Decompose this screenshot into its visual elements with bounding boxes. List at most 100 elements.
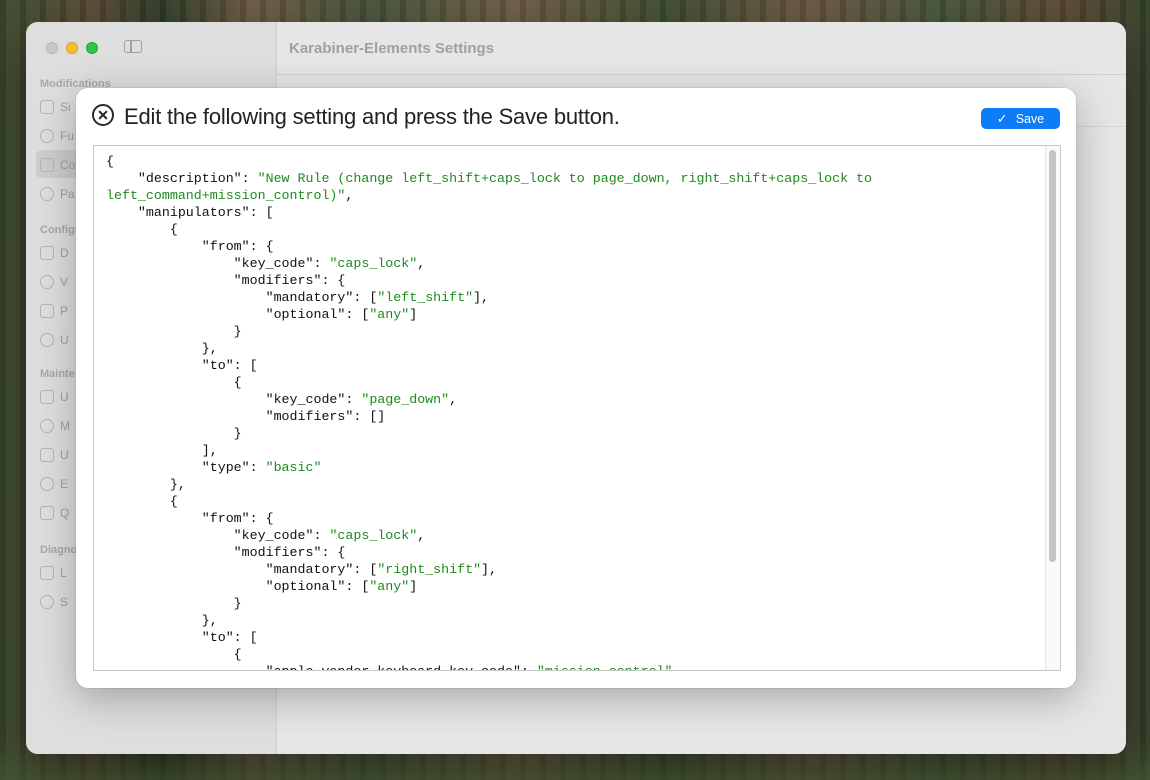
sidebar-item-label: Pa — [60, 187, 75, 201]
sidebar-item-label: D — [60, 246, 69, 260]
sidebar-item-icon — [40, 419, 54, 433]
code-token: , — [449, 392, 458, 407]
code-line: "type": "basic" — [106, 459, 872, 476]
sidebar-item[interactable]: P — [40, 304, 68, 318]
sheet-title: Edit the following setting and press the… — [124, 104, 620, 129]
minimize-window-button[interactable] — [66, 42, 78, 54]
code-string: "basic" — [265, 460, 322, 475]
code-token: "from": { — [106, 511, 274, 526]
code-token: ] — [409, 579, 418, 594]
save-button[interactable]: ✓ Save — [981, 108, 1060, 129]
code-line: "modifiers": [] — [106, 408, 872, 425]
code-line: "from": { — [106, 238, 872, 255]
code-line: } — [106, 595, 872, 612]
sidebar-item-icon — [40, 506, 54, 520]
code-token: }, — [106, 477, 186, 492]
sidebar-toggle-icon[interactable] — [124, 40, 142, 53]
sidebar-item[interactable]: Si — [40, 100, 71, 114]
sidebar-item[interactable]: U — [40, 448, 69, 462]
code-token: "apple_vendor_keyboard_key_code": — [106, 664, 537, 670]
code-line: "modifiers": { — [106, 544, 872, 561]
code-token: ], — [481, 562, 498, 577]
code-token: "optional": [ — [106, 307, 370, 322]
sidebar-section-label: Diagno — [40, 544, 78, 556]
sidebar-item[interactable]: E — [40, 477, 68, 491]
close-circle-icon[interactable] — [92, 104, 114, 126]
sidebar-section-label: Mainte — [40, 368, 75, 380]
code-string: "page_down" — [361, 392, 450, 407]
sidebar-item-icon — [40, 187, 54, 201]
code-token: "key_code": — [106, 256, 330, 271]
json-code[interactable]: { "description": "New Rule (change left_… — [106, 153, 872, 670]
code-line: } — [106, 425, 872, 442]
code-string: "left_shift" — [377, 290, 474, 305]
window-controls — [46, 42, 98, 54]
sidebar-item[interactable]: Q — [40, 506, 69, 520]
sidebar-item-label: L — [60, 566, 67, 580]
json-editor[interactable]: { "description": "New Rule (change left_… — [93, 145, 1061, 671]
code-string: left_command+mission_control)" — [106, 188, 346, 203]
code-line: "manipulators": [ — [106, 204, 872, 221]
sidebar-item[interactable]: U — [40, 390, 69, 404]
code-line: }, — [106, 476, 872, 493]
code-token: "manipulators": [ — [106, 205, 274, 220]
code-string: "mission_control" — [537, 664, 673, 670]
sidebar-item-label: M — [60, 419, 70, 433]
save-button-label: Save — [1015, 111, 1045, 126]
code-token: "mandatory": [ — [106, 290, 378, 305]
sidebar-item-label: Co — [60, 158, 76, 172]
code-line: "from": { — [106, 510, 872, 527]
code-token: "key_code": — [106, 528, 330, 543]
code-token: ], — [473, 290, 490, 305]
code-string: "right_shift" — [377, 562, 482, 577]
code-line: "key_code": "caps_lock", — [106, 527, 872, 544]
scroll-thumb[interactable] — [1049, 150, 1056, 562]
sidebar-item-icon — [40, 304, 54, 318]
sidebar-item-label: Si — [60, 100, 71, 114]
sidebar-item-label: Q — [60, 506, 70, 520]
sidebar-item[interactable]: U — [40, 333, 69, 347]
sidebar-item-icon — [40, 275, 54, 289]
code-string: "any" — [369, 579, 410, 594]
code-token: "description": — [106, 171, 258, 186]
code-line: "optional": ["any"] — [106, 578, 872, 595]
sidebar-item[interactable]: Fu — [40, 129, 74, 143]
code-token: ] — [409, 307, 418, 322]
sidebar-item-label: U — [60, 448, 69, 462]
editor-scrollbar[interactable] — [1045, 146, 1060, 670]
zoom-window-button[interactable] — [86, 42, 98, 54]
code-token: "to": [ — [106, 358, 258, 373]
code-line: { — [106, 374, 872, 391]
sidebar-item[interactable]: M — [40, 419, 70, 433]
code-token: } — [106, 426, 242, 441]
code-token: , — [673, 664, 681, 670]
sidebar-item-icon — [40, 100, 54, 114]
code-line: "to": [ — [106, 629, 872, 646]
code-token: { — [106, 494, 178, 509]
sidebar-item[interactable]: D — [40, 246, 69, 260]
code-line: "key_code": "page_down", — [106, 391, 872, 408]
sidebar-item[interactable]: Pa — [40, 187, 75, 201]
code-line: ], — [106, 442, 872, 459]
code-line: "modifiers": { — [106, 272, 872, 289]
code-string: "caps_lock" — [329, 256, 418, 271]
code-line: "key_code": "caps_lock", — [106, 255, 872, 272]
code-line: "to": [ — [106, 357, 872, 374]
sidebar-item-icon — [40, 566, 54, 580]
sidebar-item-label: Fu — [60, 129, 75, 143]
sidebar-item-label: U — [60, 390, 69, 404]
code-line: } — [106, 323, 872, 340]
sidebar-item-icon — [40, 246, 54, 260]
code-token: , — [417, 528, 426, 543]
code-line: }, — [106, 612, 872, 629]
code-token: } — [106, 324, 242, 339]
sidebar-item[interactable]: S — [40, 595, 68, 609]
code-token: "type": — [106, 460, 266, 475]
code-token: { — [106, 647, 242, 662]
close-window-button[interactable] — [46, 42, 58, 54]
code-token: "modifiers": { — [106, 545, 346, 560]
sidebar-item[interactable]: V — [40, 275, 68, 289]
sidebar-item[interactable]: L — [40, 566, 67, 580]
sidebar-item[interactable]: Co — [40, 158, 75, 172]
sidebar-item-label: E — [60, 477, 69, 491]
